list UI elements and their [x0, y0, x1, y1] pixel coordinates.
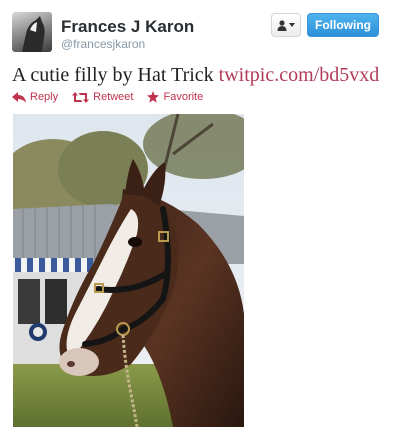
reply-label: Reply — [30, 91, 59, 103]
tweet-card: Frances J Karon @francesjkaron Following… — [0, 0, 395, 434]
horse-photo — [13, 114, 244, 427]
tweet-actions: Reply Retweet Favorite — [12, 91, 203, 103]
favorite-action[interactable]: Favorite — [147, 91, 203, 103]
star-icon — [147, 91, 160, 103]
tweet-link[interactable]: twitpic.com/bd5vxd — [219, 64, 380, 86]
tweet-text: A cutie filly by Hat Trick twitpic.com/b… — [12, 64, 379, 87]
user-handle: @francesjkaron — [61, 37, 146, 51]
tweet-photo[interactable] — [13, 114, 244, 427]
following-button[interactable]: Following — [307, 13, 379, 37]
retweet-action[interactable]: Retweet — [72, 91, 133, 103]
person-icon — [277, 19, 287, 31]
retweet-icon — [72, 91, 90, 103]
display-name[interactable]: Frances J Karon — [61, 17, 194, 37]
retweet-label: Retweet — [93, 91, 134, 103]
favorite-label: Favorite — [163, 91, 204, 103]
reply-icon — [12, 91, 26, 103]
tweet-text-body: A cutie filly by Hat Trick — [12, 64, 214, 86]
caret-down-icon — [289, 23, 295, 27]
avatar[interactable] — [12, 12, 52, 52]
reply-action[interactable]: Reply — [12, 91, 58, 103]
user-actions-dropdown[interactable] — [271, 13, 301, 37]
